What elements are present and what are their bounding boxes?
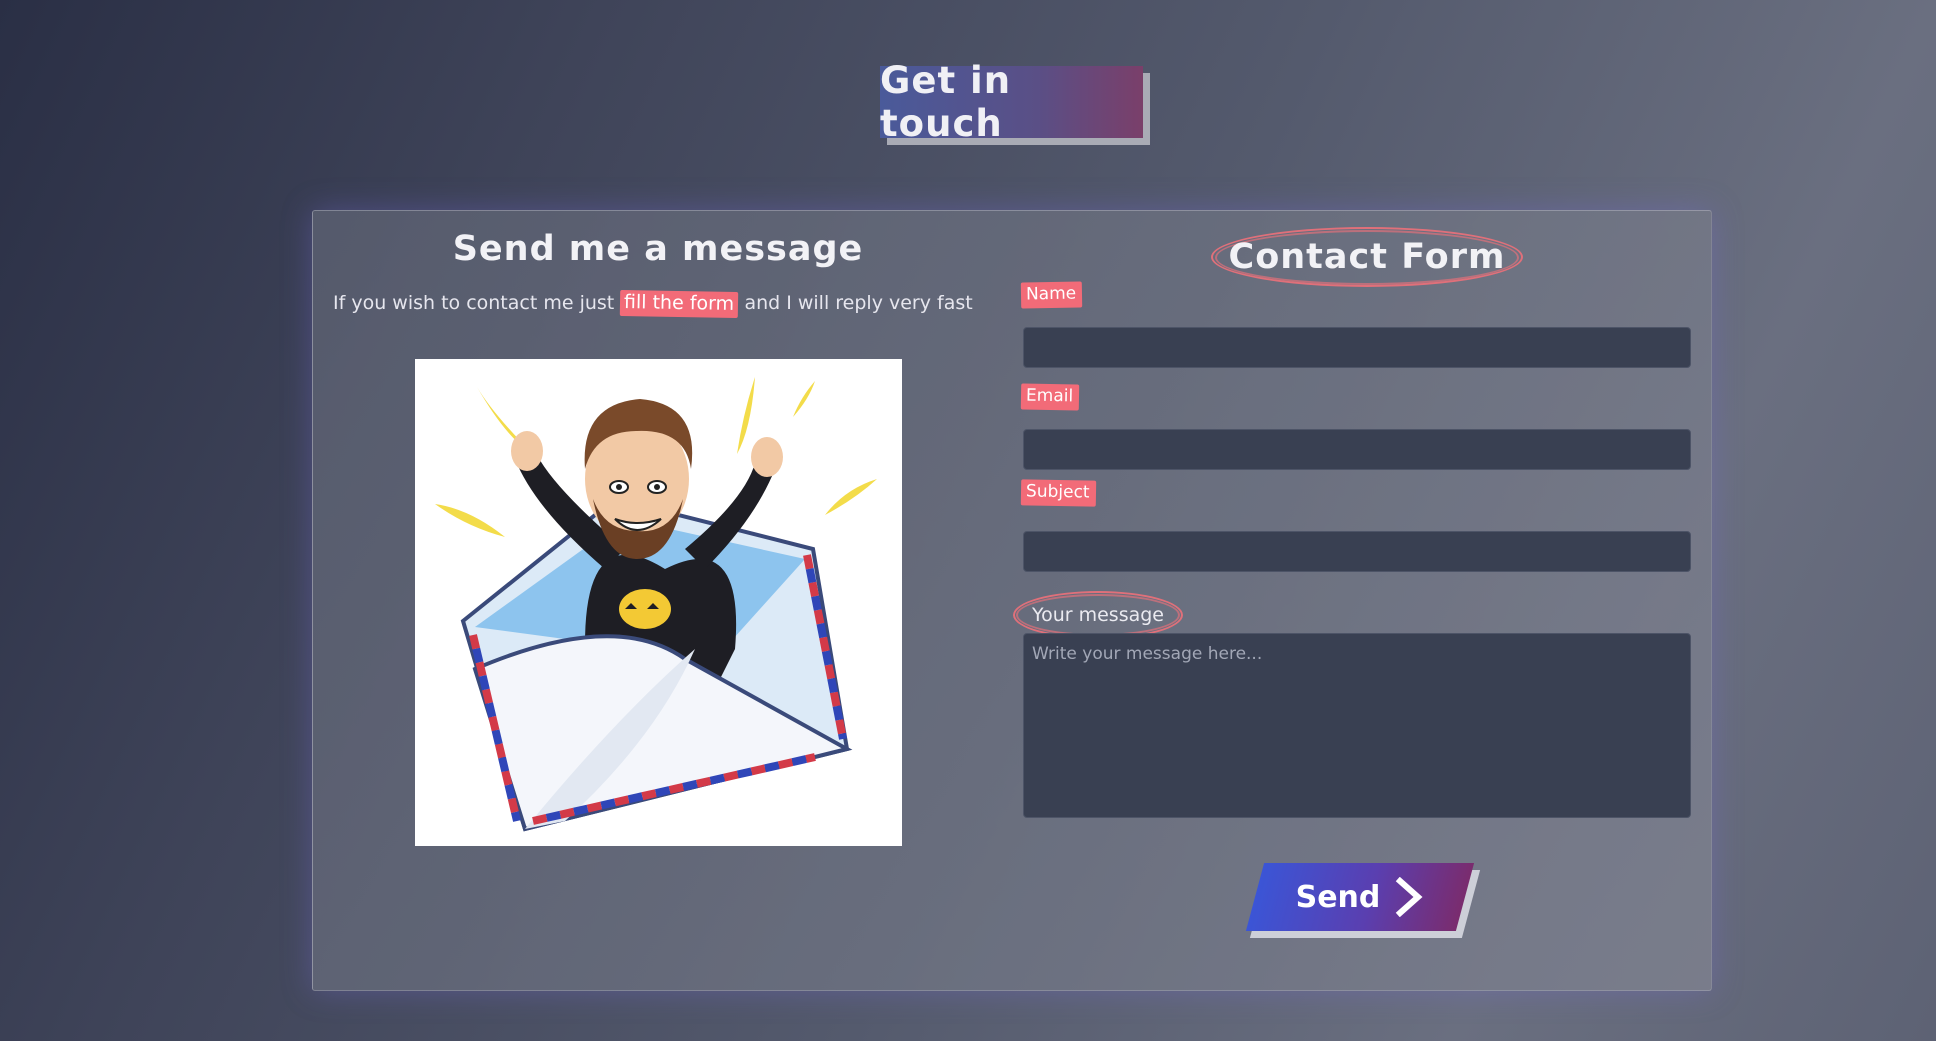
page-title-text: Get in touch — [880, 59, 1012, 145]
intro-highlight: fill the form — [620, 289, 739, 319]
name-field[interactable] — [1023, 327, 1691, 368]
avatar-illustration — [415, 359, 902, 846]
email-label: Email — [1020, 383, 1080, 411]
send-button[interactable]: Send — [1245, 863, 1475, 931]
intro-before: If you wish to contact me just — [333, 292, 615, 314]
message-label: Your message — [1032, 604, 1164, 626]
email-field[interactable] — [1023, 429, 1691, 470]
form-title-wrap: Contact Form — [1211, 227, 1523, 287]
subject-field[interactable] — [1023, 531, 1691, 572]
page-title: Get in touch — [880, 59, 1143, 145]
subject-label: Subject — [1020, 479, 1096, 507]
send-button-wrap: Send — [1245, 863, 1481, 945]
name-label: Name — [1020, 281, 1083, 309]
intro-text: If you wish to contact me just fill the … — [333, 289, 1033, 319]
form-title: Contact Form — [1228, 237, 1506, 277]
intro-after: and I will reply very fast — [744, 292, 973, 314]
send-button-label: Send — [1295, 879, 1381, 915]
bitmoji-envelope-illustration — [435, 377, 877, 832]
contact-card: Send me a message If you wish to contact… — [312, 210, 1712, 991]
chevron-right-icon — [1396, 877, 1423, 917]
message-label-wrap: Your message — [1013, 591, 1183, 639]
left-heading: Send me a message — [452, 229, 864, 269]
message-textarea[interactable] — [1023, 633, 1691, 818]
